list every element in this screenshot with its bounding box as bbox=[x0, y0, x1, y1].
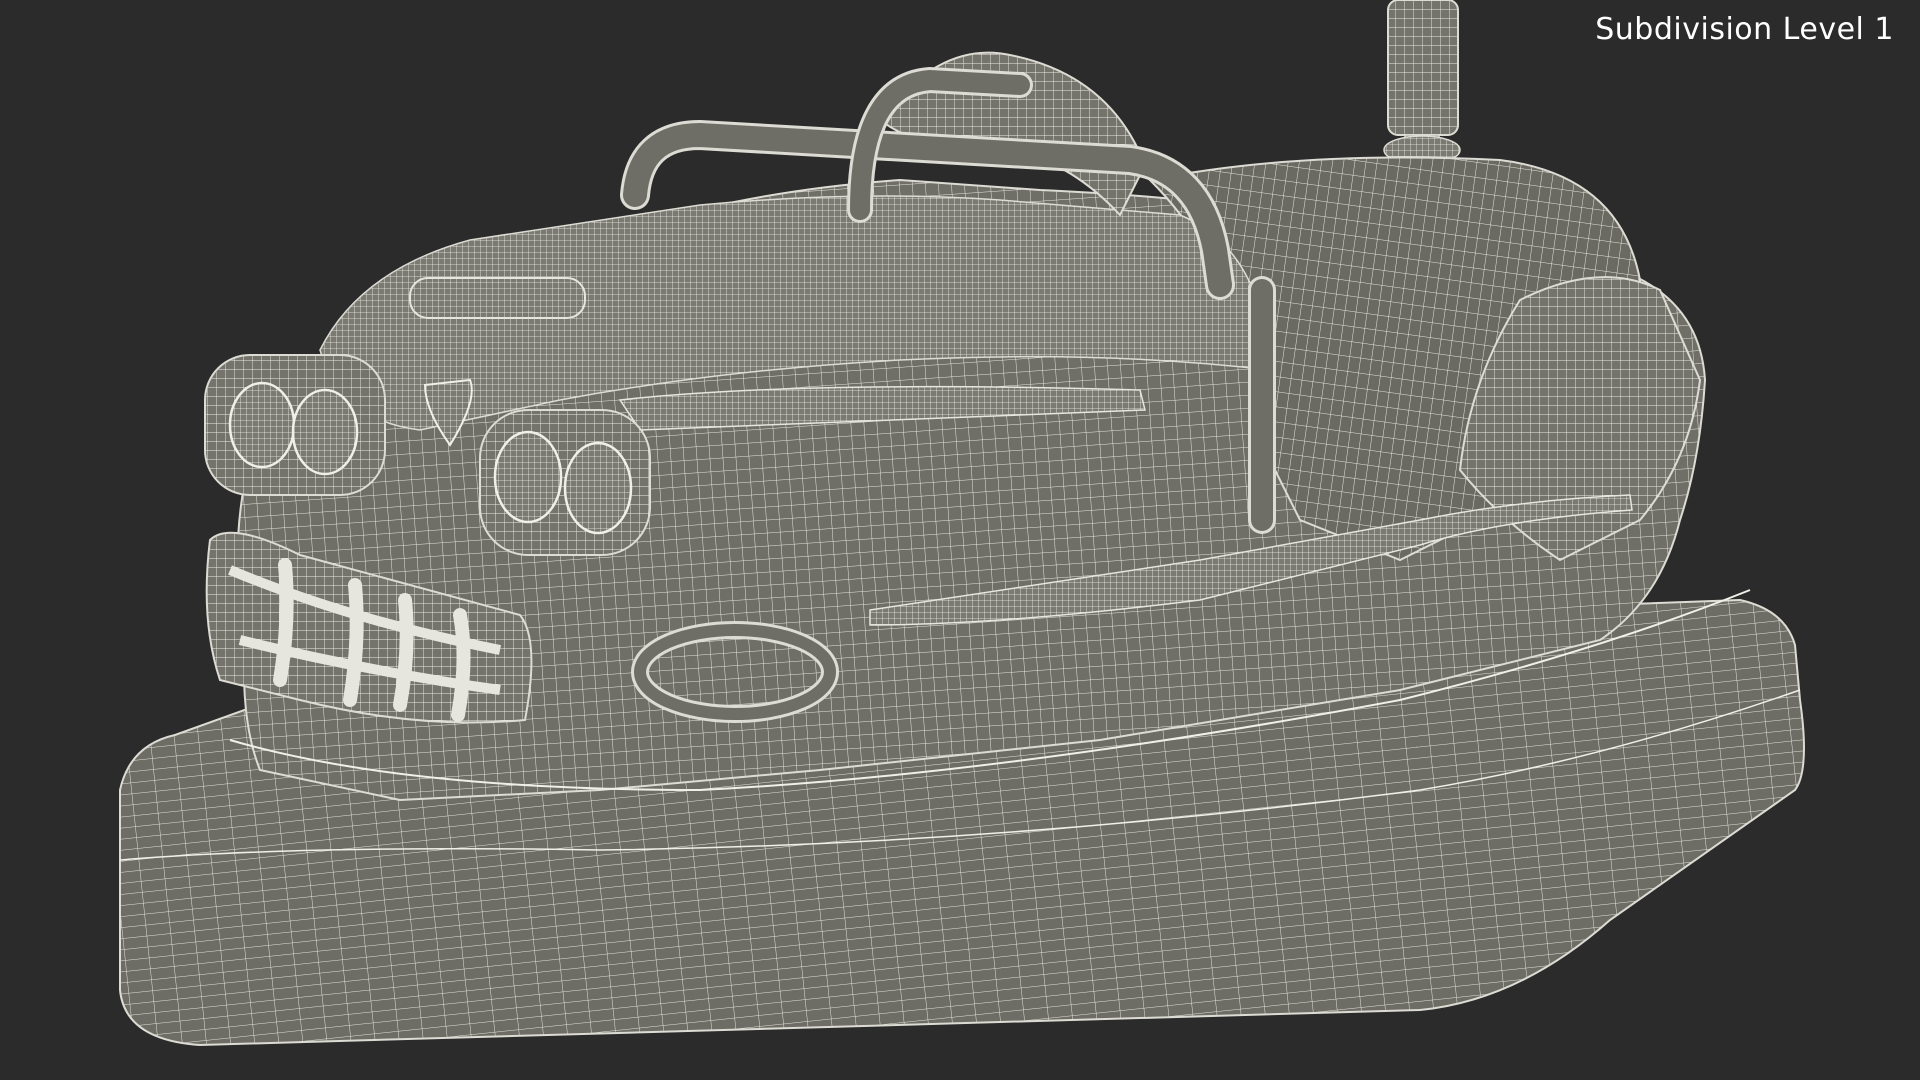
antenna-pole bbox=[1383, 0, 1461, 166]
bumper-car-wireframe-render bbox=[119, 0, 1805, 1047]
subdivision-level-label: Subdivision Level 1 bbox=[1595, 12, 1894, 47]
render-viewport: Subdivision Level 1 bbox=[0, 0, 1920, 1080]
